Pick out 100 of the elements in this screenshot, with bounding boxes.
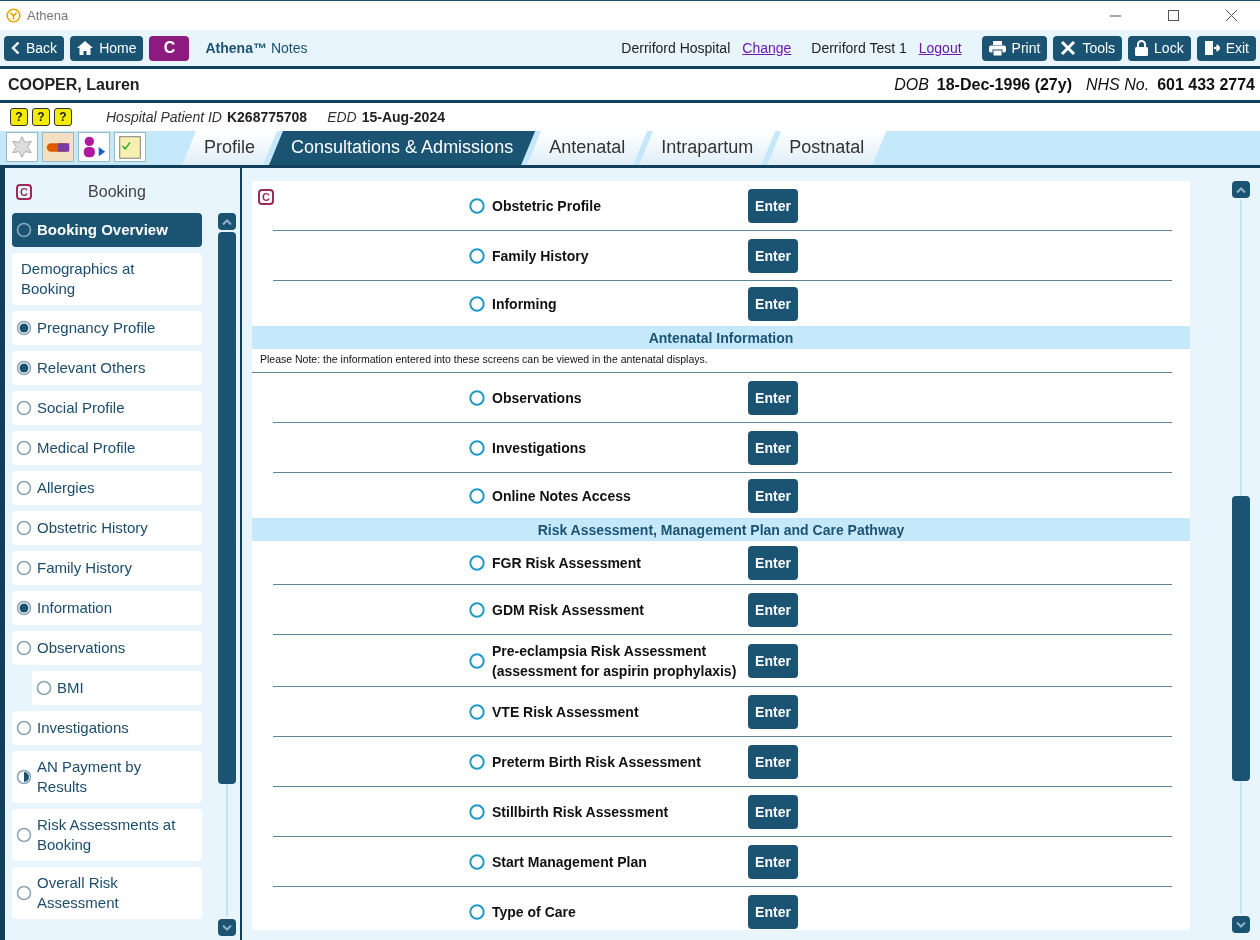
item-label: Investigations <box>492 438 587 458</box>
sidebar-item[interactable]: Investigations <box>12 711 202 745</box>
tools-button[interactable]: Tools <box>1053 35 1123 61</box>
sidebar-item[interactable]: Pregnancy Profile <box>12 311 202 345</box>
sidebar-item[interactable]: Risk Assessments at Booking <box>12 809 202 861</box>
item-label: Family History <box>492 246 589 266</box>
notepad-icon[interactable] <box>114 132 146 162</box>
sidebar-item[interactable]: Family History <box>12 551 202 585</box>
alert-icon[interactable]: ? <box>54 108 72 126</box>
radio-button[interactable] <box>469 554 485 571</box>
user-name: Derriford Test 1 <box>811 40 907 56</box>
dob-value: 18-Dec-1996 (27y) <box>936 75 1072 94</box>
radio-button[interactable] <box>469 703 485 720</box>
sidebar-item[interactable]: AN Payment by Results <box>12 751 202 803</box>
sidebar-item[interactable]: Demographics at Booking <box>12 253 202 305</box>
sidebar-item[interactable]: Observations <box>12 631 202 665</box>
logout-link[interactable]: Logout <box>918 40 962 56</box>
enter-button[interactable]: Enter <box>748 592 798 627</box>
patient-name: COOPER, Lauren <box>8 75 140 94</box>
sidebar-item[interactable]: Social Profile <box>12 391 202 425</box>
lock-icon <box>1135 40 1149 56</box>
radio-button[interactable] <box>469 652 485 669</box>
close-icon[interactable] <box>1225 10 1237 21</box>
exit-button[interactable]: Exit <box>1196 35 1256 61</box>
tab[interactable]: Intrapartum <box>639 131 776 165</box>
sidebar-item[interactable]: Allergies <box>12 471 202 505</box>
sidebar-item[interactable]: Medical Profile <box>12 431 202 465</box>
item-label: Observations <box>492 388 582 408</box>
radio-button[interactable] <box>469 488 485 504</box>
enter-button[interactable]: Enter <box>748 744 798 779</box>
chevron-down-icon <box>1236 921 1246 928</box>
scrollbar-thumb[interactable] <box>218 232 236 784</box>
chevron-up-icon <box>222 218 232 225</box>
item-label: Informing <box>492 295 557 314</box>
home-button[interactable]: Home <box>70 35 144 61</box>
change-link[interactable]: Change <box>742 40 792 56</box>
hospital-name: Derriford Hospital <box>621 40 731 56</box>
enter-button[interactable]: Enter <box>748 238 798 273</box>
section-heading: Risk Assessment, Management Plan and Care Pathway <box>252 518 1190 541</box>
minimize-icon[interactable] <box>1109 14 1121 17</box>
scrollbar-thumb[interactable] <box>1232 496 1250 781</box>
back-button[interactable]: Back <box>4 35 65 61</box>
enter-button[interactable]: Enter <box>748 380 798 415</box>
sidebar-item[interactable]: Booking Overview <box>12 213 202 247</box>
radio-button[interactable] <box>469 853 485 870</box>
radio-button[interactable] <box>469 439 485 456</box>
enter-button[interactable]: Enter <box>748 287 798 321</box>
edd-value: 15-Aug-2024 <box>361 109 445 125</box>
section-heading: Antenatal Information <box>252 326 1190 349</box>
scroll-down-button[interactable] <box>1232 916 1250 933</box>
enter-button[interactable]: Enter <box>748 479 798 513</box>
enter-button[interactable]: Enter <box>748 545 798 580</box>
enter-button[interactable]: Enter <box>748 844 798 879</box>
radio-button[interactable] <box>469 247 485 264</box>
tab[interactable]: Antenatal <box>527 131 648 165</box>
hospital-id-label: Hospital Patient ID <box>106 109 222 125</box>
item-label: VTE Risk Assessment <box>492 702 639 722</box>
scroll-up-button[interactable] <box>218 213 236 230</box>
item-label: Online Notes Access <box>492 487 631 506</box>
tab[interactable]: Profile <box>182 131 278 165</box>
lock-button[interactable]: Lock <box>1128 35 1191 61</box>
item-label: Preterm Birth Risk Assessment <box>492 752 701 772</box>
sidebar-title: Booking <box>87 183 147 201</box>
sidebar-item[interactable]: Obstetric History <box>12 511 202 545</box>
radio-button[interactable] <box>469 601 485 618</box>
chevron-up-icon <box>1236 186 1246 193</box>
alert-icon[interactable]: ? <box>10 108 28 126</box>
enter-button[interactable]: Enter <box>748 643 798 678</box>
maximize-icon[interactable] <box>1167 10 1179 21</box>
dob-label: DOB <box>894 75 929 94</box>
tab[interactable]: Consultations & Admissions <box>269 131 536 165</box>
sidebar-item[interactable]: Information <box>12 591 202 625</box>
enter-button[interactable]: Enter <box>748 894 798 929</box>
app-name: Athena™ Notes <box>205 40 308 56</box>
c-badge[interactable]: C <box>16 184 32 200</box>
sidebar-item[interactable]: Overall Risk Assessment <box>12 867 202 919</box>
radio-button[interactable] <box>469 296 485 312</box>
radio-button[interactable] <box>469 389 485 406</box>
sidebar-item[interactable]: BMI <box>32 671 202 705</box>
window-title: Athena <box>27 8 69 23</box>
exit-icon <box>1203 40 1220 56</box>
radio-button[interactable] <box>469 753 485 770</box>
item-label: Type of Care <box>492 902 576 922</box>
scroll-down-button[interactable] <box>218 919 236 936</box>
sidebar-item[interactable]: Relevant Others <box>12 351 202 385</box>
radio-button[interactable] <box>469 903 485 920</box>
pill-icon[interactable] <box>42 132 74 162</box>
edd-label: EDD <box>327 109 357 125</box>
radio-button[interactable] <box>469 197 485 214</box>
alert-icon[interactable]: ? <box>32 108 50 126</box>
print-button[interactable]: Print <box>981 35 1048 61</box>
c-button[interactable]: C <box>149 35 190 61</box>
c-badge[interactable]: C <box>258 189 274 205</box>
scroll-up-button[interactable] <box>1232 181 1250 198</box>
enter-button[interactable]: Enter <box>748 794 798 829</box>
enter-button[interactable]: Enter <box>748 694 798 729</box>
radio-button[interactable] <box>469 803 485 820</box>
tab[interactable]: Postnatal <box>767 131 887 165</box>
enter-button[interactable]: Enter <box>748 430 798 465</box>
enter-button[interactable]: Enter <box>748 188 798 223</box>
